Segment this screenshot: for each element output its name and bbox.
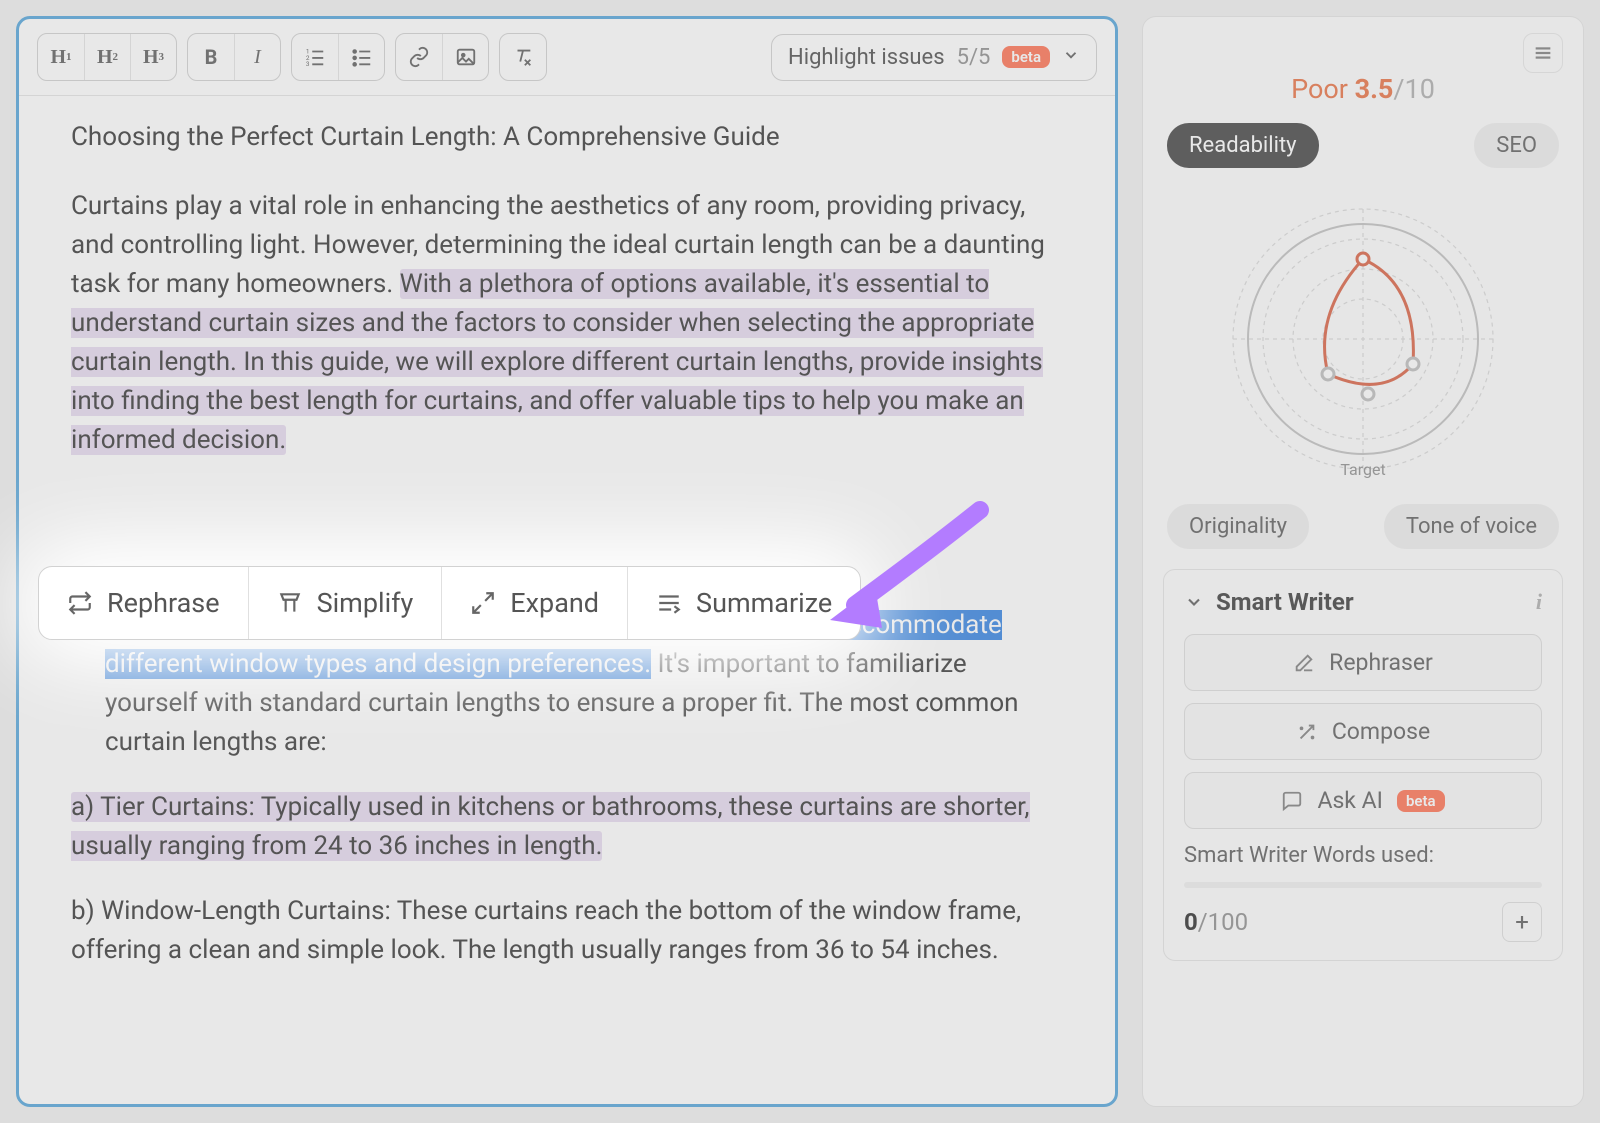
score-max: /10 [1393, 73, 1435, 105]
score-line: Poor 3.5/10 [1163, 73, 1563, 105]
simplify-button[interactable]: Simplify [248, 567, 442, 639]
paragraph-1: Curtains play a vital role in enhancing … [71, 187, 1063, 460]
pill-row-bottom: Originality Tone of voice [1163, 504, 1563, 549]
menu-button[interactable] [1523, 33, 1563, 73]
app-root: H1 H2 H3 B I 123 [0, 0, 1600, 1123]
compose-button[interactable]: Compose [1184, 703, 1542, 760]
list-group: 123 [291, 33, 385, 81]
format-group: B I [187, 33, 281, 81]
svg-text:3: 3 [306, 60, 310, 68]
chat-icon [1281, 790, 1303, 812]
score-value: 3.5 [1355, 73, 1394, 105]
info-icon[interactable]: i [1536, 589, 1542, 615]
beta-badge: beta [1002, 46, 1050, 68]
sidebar: Poor 3.5/10 Readability SEO [1142, 16, 1584, 1107]
words-max: /100 [1198, 908, 1248, 936]
chevron-down-icon [1184, 592, 1204, 612]
score-label: Poor [1291, 73, 1348, 105]
chevron-down-icon [1062, 45, 1080, 70]
edit-icon [1293, 652, 1315, 674]
insert-group [395, 33, 489, 81]
radar-chart: Target [1163, 174, 1563, 504]
words-row: 0/100 + [1184, 902, 1542, 942]
highlight-label: Highlight issues [788, 45, 945, 70]
link-button[interactable] [396, 34, 442, 80]
add-words-button[interactable]: + [1502, 902, 1542, 942]
clear-format-button[interactable] [500, 34, 546, 80]
pill-seo[interactable]: SEO [1474, 123, 1559, 168]
context-toolbar-spotlight: Rephrase Simplify Expand Summarize [38, 566, 861, 640]
editor-toolbar: H1 H2 H3 B I 123 [19, 19, 1115, 96]
words-used-count: 0 [1184, 908, 1198, 936]
clear-group [499, 33, 547, 81]
document-title: Choosing the Perfect Curtain Length: A C… [71, 118, 1063, 157]
beta-badge: beta [1397, 790, 1445, 812]
h1-button[interactable]: H1 [38, 34, 84, 80]
rephrase-icon [67, 590, 93, 616]
heading-group: H1 H2 H3 [37, 33, 177, 81]
expand-icon [470, 590, 496, 616]
pill-row-top: Readability SEO [1163, 123, 1563, 168]
highlight-issues-dropdown[interactable]: Highlight issues 5/5 beta [771, 34, 1097, 81]
words-progress-bar [1184, 882, 1542, 888]
unordered-list-button[interactable] [338, 34, 384, 80]
magic-icon [1296, 721, 1318, 743]
panel-header[interactable]: Smart Writer i [1184, 588, 1542, 616]
sub-item-b: b) Window-Length Curtains: These curtain… [71, 892, 1063, 970]
pill-tone-of-voice[interactable]: Tone of voice [1384, 504, 1559, 549]
rephrase-button[interactable]: Rephrase [39, 567, 248, 639]
bold-button[interactable]: B [188, 34, 234, 80]
context-toolbar: Rephrase Simplify Expand Summarize [38, 566, 861, 640]
annotation-arrow [820, 500, 990, 640]
rephraser-button[interactable]: Rephraser [1184, 634, 1542, 691]
simplify-icon [277, 590, 303, 616]
h2-button[interactable]: H2 [84, 34, 130, 80]
h3-button[interactable]: H3 [130, 34, 176, 80]
italic-button[interactable]: I [234, 34, 280, 80]
issue-count: 5/5 [957, 45, 991, 70]
ask-ai-button[interactable]: Ask AI beta [1184, 772, 1542, 829]
pill-originality[interactable]: Originality [1167, 504, 1309, 549]
pill-readability[interactable]: Readability [1167, 123, 1319, 168]
sub-item-a: a) Tier Curtains: Typically used in kitc… [71, 788, 1063, 866]
target-label: Target [1340, 460, 1385, 479]
issue-highlight: a) Tier Curtains: Typically used in kitc… [71, 792, 1030, 861]
smart-writer-panel: Smart Writer i Rephraser Compose Ask AI … [1163, 569, 1563, 961]
ordered-list-button[interactable]: 123 [292, 34, 338, 80]
expand-button[interactable]: Expand [441, 567, 627, 639]
summarize-icon [656, 590, 682, 616]
words-used-label: Smart Writer Words used: [1184, 843, 1542, 868]
image-button[interactable] [442, 34, 488, 80]
